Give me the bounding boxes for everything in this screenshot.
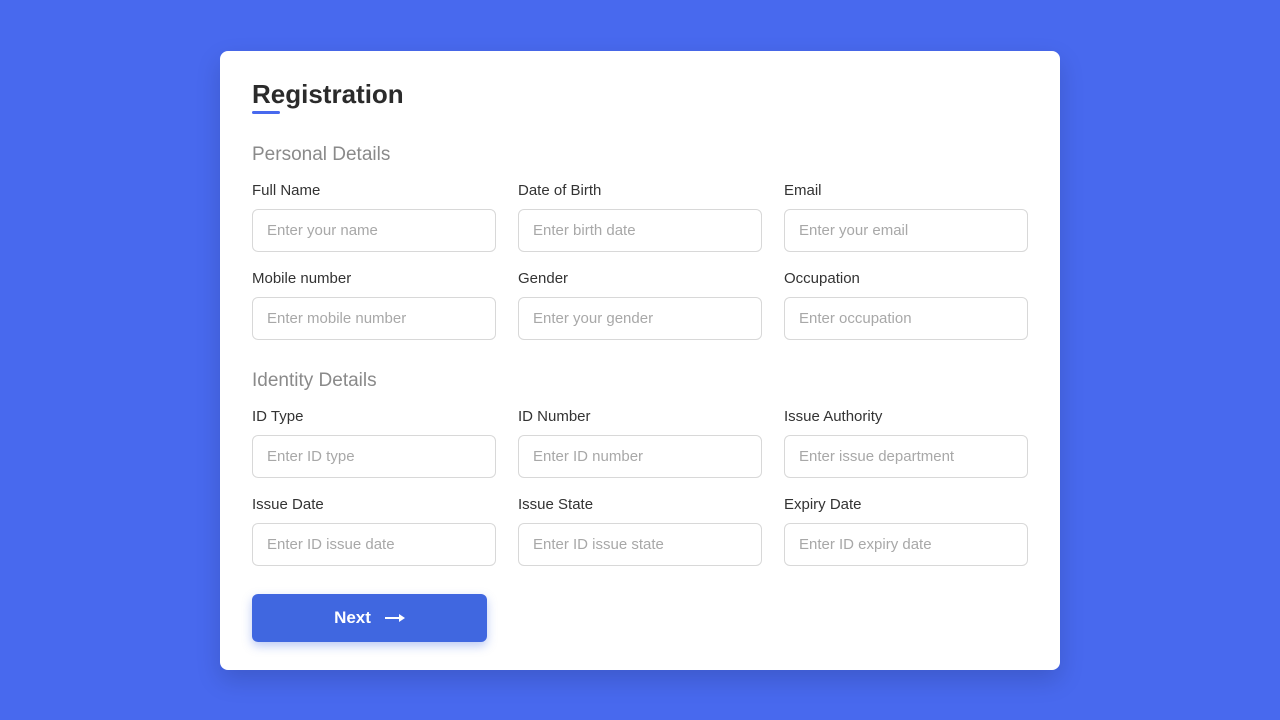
label-id-number: ID Number xyxy=(518,408,762,425)
label-expiry-date: Expiry Date xyxy=(784,496,1028,513)
field-email: Email xyxy=(784,182,1028,252)
input-mobile[interactable] xyxy=(252,297,496,340)
section-title-personal: Personal Details xyxy=(252,144,1028,166)
identity-fields-grid: ID Type ID Number Issue Authority Issue … xyxy=(252,408,1028,566)
field-mobile: Mobile number xyxy=(252,270,496,340)
field-full-name: Full Name xyxy=(252,182,496,252)
label-issue-date: Issue Date xyxy=(252,496,496,513)
section-title-identity: Identity Details xyxy=(252,370,1028,392)
field-expiry-date: Expiry Date xyxy=(784,496,1028,566)
field-id-number: ID Number xyxy=(518,408,762,478)
input-issue-date[interactable] xyxy=(252,523,496,566)
label-issue-state: Issue State xyxy=(518,496,762,513)
input-occupation[interactable] xyxy=(784,297,1028,340)
personal-fields-grid: Full Name Date of Birth Email Mobile num… xyxy=(252,182,1028,340)
label-email: Email xyxy=(784,182,1028,199)
label-mobile: Mobile number xyxy=(252,270,496,287)
field-id-type: ID Type xyxy=(252,408,496,478)
field-issue-date: Issue Date xyxy=(252,496,496,566)
input-dob[interactable] xyxy=(518,209,762,252)
label-occupation: Occupation xyxy=(784,270,1028,287)
input-issue-state[interactable] xyxy=(518,523,762,566)
label-full-name: Full Name xyxy=(252,182,496,199)
input-expiry-date[interactable] xyxy=(784,523,1028,566)
input-gender[interactable] xyxy=(518,297,762,340)
label-issue-authority: Issue Authority xyxy=(784,408,1028,425)
label-dob: Date of Birth xyxy=(518,182,762,199)
next-button-label: Next xyxy=(334,608,371,628)
next-button[interactable]: Next xyxy=(252,594,487,642)
page-title: Registration xyxy=(252,79,404,114)
field-occupation: Occupation xyxy=(784,270,1028,340)
input-id-type[interactable] xyxy=(252,435,496,478)
registration-card: Registration Personal Details Full Name … xyxy=(220,51,1060,670)
input-id-number[interactable] xyxy=(518,435,762,478)
input-issue-authority[interactable] xyxy=(784,435,1028,478)
field-issue-state: Issue State xyxy=(518,496,762,566)
field-issue-authority: Issue Authority xyxy=(784,408,1028,478)
field-gender: Gender xyxy=(518,270,762,340)
input-email[interactable] xyxy=(784,209,1028,252)
label-gender: Gender xyxy=(518,270,762,287)
label-id-type: ID Type xyxy=(252,408,496,425)
input-full-name[interactable] xyxy=(252,209,496,252)
field-dob: Date of Birth xyxy=(518,182,762,252)
arrow-right-icon xyxy=(385,613,405,623)
